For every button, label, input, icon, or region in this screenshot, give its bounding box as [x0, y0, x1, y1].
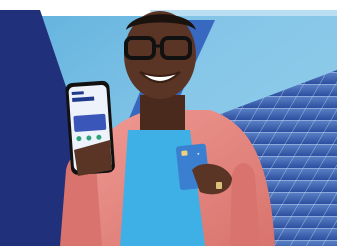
- phone-balance-card: [73, 113, 107, 132]
- neck: [140, 95, 185, 130]
- ring: [216, 182, 222, 189]
- photo-frame: ✦: [0, 0, 337, 246]
- photo-illustration: ✦: [0, 0, 337, 246]
